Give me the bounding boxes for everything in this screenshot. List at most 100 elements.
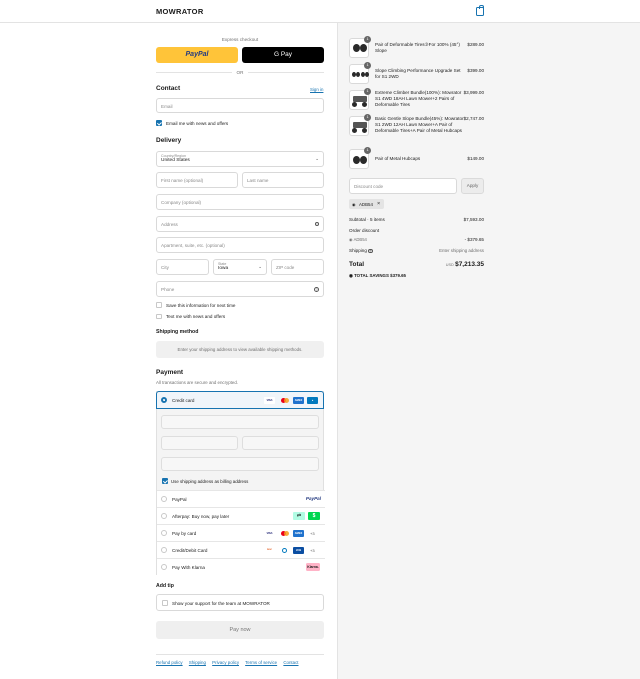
item-price: $2,747.00: [463, 116, 484, 121]
discount-placeholder: Discount code: [354, 183, 384, 189]
help-icon[interactable]: ?: [314, 286, 319, 292]
contact-link[interactable]: Contact: [283, 660, 298, 665]
email-field[interactable]: Email: [156, 98, 324, 113]
discount-code-field[interactable]: Discount code: [349, 178, 457, 194]
tire-image: [353, 44, 360, 52]
privacy-policy-link[interactable]: Privacy policy: [212, 660, 239, 665]
gpay-express-button[interactable]: G Pay: [242, 47, 324, 63]
credit-debit-radio[interactable]: [161, 547, 167, 553]
city-placeholder: City: [161, 264, 169, 270]
first-name-field[interactable]: First name (optional): [156, 172, 238, 188]
chevron-down-icon: ⌄: [315, 156, 319, 161]
klarna-logo: Klarna.: [306, 563, 320, 571]
paypal-option[interactable]: PayPal PayPal: [157, 490, 325, 507]
quantity-badge: 1: [364, 62, 371, 69]
terms-of-service-link[interactable]: Terms of service: [245, 660, 277, 665]
tip-option[interactable]: Show your support for the team at MOWRAT…: [156, 594, 324, 611]
shipping-link[interactable]: Shipping: [189, 660, 206, 665]
tip-checkbox[interactable]: [162, 600, 168, 606]
paypal-option-label: PayPal: [172, 496, 187, 502]
paypal-express-button[interactable]: PayPal: [156, 47, 238, 63]
hubcap-image: [353, 155, 360, 164]
paypal-radio[interactable]: [161, 496, 167, 502]
afterpay-label: Afterpay: Buy now, pay later: [172, 513, 230, 519]
product-thumbnail: 1: [349, 88, 371, 110]
discount-value: - $379.65: [464, 237, 484, 242]
afterpay-option[interactable]: Afterpay: Buy now, pay later ⇄ $: [157, 507, 325, 524]
diners-club-icon: [279, 547, 290, 554]
klarna-radio[interactable]: [161, 564, 167, 570]
item-title: Basic Gentle Slope Bundle(45%): Mowrator…: [375, 116, 464, 134]
apartment-field[interactable]: Apartment, suite, etc. (optional): [156, 237, 324, 253]
name-on-card-field[interactable]: [161, 457, 319, 471]
footer-divider: [156, 654, 324, 655]
country-select[interactable]: Country/Region United States ⌄: [156, 151, 324, 167]
address-field[interactable]: Address: [156, 216, 324, 232]
pay-now-button[interactable]: Pay now: [156, 621, 324, 639]
state-select[interactable]: State Iowa ⌄: [213, 259, 267, 275]
quantity-badge: 1: [364, 36, 371, 43]
more-cards-count: +3: [310, 530, 315, 536]
credit-card-option[interactable]: Credit card VISA AMEX ●: [156, 391, 324, 409]
paypal-logo: PayPal: [305, 496, 321, 501]
card-number-field[interactable]: [161, 415, 319, 429]
state-value: Iowa: [218, 266, 229, 271]
order-discount-label: Order discount: [349, 228, 380, 233]
save-info-checkbox[interactable]: [156, 302, 162, 308]
sign-in-link[interactable]: Sign in: [310, 87, 323, 92]
pay-by-card-radio[interactable]: [161, 530, 167, 536]
wheel-image: [351, 72, 356, 77]
total-row: Total USD $7,213.35: [349, 261, 484, 268]
discount-tag: ◉ ADB54 ×: [349, 199, 384, 209]
text-news-checkbox[interactable]: [156, 313, 162, 319]
pay-by-card-option[interactable]: Pay by card VISA AMEX +3: [157, 524, 325, 541]
credit-card-label: Credit card: [172, 397, 195, 403]
afterpay-radio[interactable]: [161, 513, 167, 519]
news-label: Email me with news and offers: [166, 120, 229, 126]
email-placeholder: Email: [161, 103, 173, 109]
pay-by-card-label: Pay by card: [172, 530, 197, 536]
apply-button[interactable]: Apply: [461, 178, 484, 194]
klarna-option[interactable]: Pay With Klarna Klarna.: [157, 558, 325, 575]
expiration-field[interactable]: [161, 436, 238, 450]
credit-debit-option[interactable]: Credit/Debit Card DISC JCB +3: [157, 541, 325, 558]
company-field[interactable]: Company (optional): [156, 194, 324, 210]
billing-same-checkbox[interactable]: [162, 478, 168, 484]
more-cards-count: +3: [310, 547, 315, 553]
first-name-placeholder: First name (optional): [161, 177, 204, 183]
zip-field[interactable]: ZIP code: [271, 259, 324, 275]
discover-icon: DISC: [266, 549, 273, 551]
shopping-bag-icon[interactable]: [476, 5, 484, 16]
product-thumbnail: 1: [349, 147, 371, 169]
shipping-method-notice: Enter your shipping address to view avai…: [156, 341, 324, 358]
discount-tag-code: ADB54: [359, 201, 373, 207]
info-icon[interactable]: ?: [368, 248, 373, 254]
phone-field[interactable]: Phone ?: [156, 281, 324, 297]
product-thumbnail: 1: [349, 62, 371, 84]
credit-card-radio[interactable]: [161, 397, 167, 403]
cashapp-icon: $: [308, 512, 320, 520]
quantity-badge: 1: [364, 114, 371, 121]
remove-discount-icon[interactable]: ×: [377, 201, 380, 207]
wheel-image: [356, 72, 360, 77]
contact-title: Contact: [156, 85, 181, 92]
credit-debit-label: Credit/Debit Card: [172, 547, 208, 553]
item-title: Slope Climbing Performance Upgrade Set f…: [375, 68, 461, 80]
total-label: Total: [349, 261, 365, 268]
city-field[interactable]: City: [156, 259, 209, 275]
discount-code-row: ◉ ADB54 - $379.65: [349, 237, 484, 242]
security-code-field[interactable]: [242, 436, 319, 450]
news-checkbox[interactable]: [156, 120, 162, 126]
refund-policy-link[interactable]: Refund policy: [156, 660, 183, 665]
last-name-field[interactable]: Last name: [242, 172, 324, 188]
brand-logo[interactable]: MOWRATOR: [156, 7, 204, 16]
express-checkout-heading: Express checkout: [221, 37, 259, 42]
diners-icon: ●: [307, 397, 318, 404]
savings-label: TOTAL SAVINGS: [354, 273, 389, 278]
wheel-image: [362, 102, 367, 107]
tag-icon: ◉: [349, 237, 353, 242]
payment-title: Payment: [156, 369, 184, 376]
wheel-image: [364, 72, 369, 77]
payment-subtitle: All transactions are secure and encrypte…: [156, 380, 239, 385]
wheel-image: [360, 72, 365, 77]
